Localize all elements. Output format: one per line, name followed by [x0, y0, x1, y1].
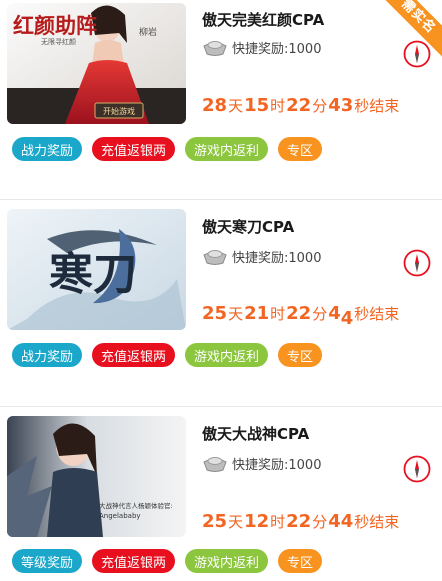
countdown-minutes: 22 — [286, 303, 312, 324]
game-card-3[interactable]: 大战神代言人杨颖体验官: Angelababy 傲天大战神CPA 快捷奖励:10… — [0, 407, 442, 581]
tag-recharge-silver[interactable]: 充值返银两 — [92, 549, 176, 573]
countdown-second-unit: 秒结束 — [354, 305, 400, 323]
thumb-caption-1: 大战神代言人杨颖体验官: — [99, 501, 173, 510]
reward-text: 快捷奖励:1000 — [232, 41, 322, 57]
countdown-day-unit: 天 — [228, 305, 244, 323]
countdown-second-unit: 秒结束 — [354, 513, 400, 531]
game-thumbnail-image: 寒刀 — [7, 209, 186, 330]
countdown-days: 25 — [202, 303, 228, 324]
tag-list: 等级奖励 充值返银两 游戏内返利 专区 — [12, 549, 323, 573]
reward-text: 快捷奖励:1000 — [232, 457, 322, 473]
countdown-day-unit: 天 — [228, 513, 244, 531]
tag-zone[interactable]: 专区 — [278, 549, 323, 573]
countdown-seconds-ones: 4 — [340, 308, 354, 329]
tag-recharge-silver[interactable]: 充值返银两 — [92, 343, 176, 367]
countdown-minute-unit: 分 — [312, 305, 328, 323]
reward-text: 快捷奖励:1000 — [232, 250, 322, 266]
countdown-days: 25 — [202, 511, 228, 532]
game-thumbnail-image: 红颜助阵 无限寻红颜 柳岩 开始游戏 — [7, 3, 186, 124]
silver-ingot-icon — [203, 250, 227, 265]
countdown-minute-unit: 分 — [312, 97, 328, 115]
tag-level-reward[interactable]: 等级奖励 — [12, 549, 83, 573]
countdown-minute-unit: 分 — [312, 513, 328, 531]
countdown-days: 28 — [202, 95, 228, 116]
tag-list: 战力奖励 充值返银两 游戏内返利 专区 — [12, 343, 323, 367]
countdown-hour-unit: 时 — [270, 305, 286, 323]
countdown-hours: 12 — [244, 511, 270, 532]
game-title[interactable]: 傲天完美红颜CPA — [202, 9, 324, 30]
thumb-caption-2: Angelababy — [99, 512, 141, 520]
game-card-2[interactable]: 寒刀 傲天寒刀CPA 快捷奖励:1000 25 天 21 时 22 分 4 4 … — [0, 200, 442, 380]
countdown-day-unit: 天 — [228, 97, 244, 115]
countdown-timer: 25 天 12 时 22 分 44 秒结束 — [202, 511, 400, 532]
countdown-seconds-tens: 4 — [328, 303, 341, 324]
reward-row: 快捷奖励:1000 — [202, 245, 321, 267]
game-thumbnail-1[interactable]: 红颜助阵 无限寻红颜 柳岩 开始游戏 — [7, 3, 186, 124]
countdown-second-unit: 秒结束 — [354, 97, 400, 115]
tag-recharge-silver[interactable]: 充值返银两 — [92, 137, 176, 161]
tag-ingame-rebate[interactable]: 游戏内返利 — [185, 137, 269, 161]
thumb-brand-text: 红颜助阵 — [13, 14, 97, 38]
game-thumbnail-3[interactable]: 大战神代言人杨颖体验官: Angelababy — [7, 416, 186, 537]
countdown-seconds: 44 — [328, 511, 354, 532]
countdown-hour-unit: 时 — [270, 513, 286, 531]
tag-zone[interactable]: 专区 — [278, 137, 323, 161]
realname-ribbon: 需实名 — [372, 0, 442, 70]
thumb-logo-text: 寒刀 — [49, 250, 137, 299]
tag-ingame-rebate[interactable]: 游戏内返利 — [185, 343, 269, 367]
countdown-timer: 25 天 21 时 22 分 4 4 秒结束 — [202, 303, 400, 329]
reward-row: 快捷奖励:1000 — [202, 452, 321, 474]
game-title[interactable]: 傲天大战神CPA — [202, 423, 309, 444]
countdown-minutes: 22 — [286, 95, 312, 116]
silver-ingot-icon — [203, 41, 227, 56]
countdown-seconds: 43 — [328, 95, 354, 116]
countdown-hours: 21 — [244, 303, 270, 324]
thumb-start-text: 开始游戏 — [103, 106, 135, 116]
tag-zone[interactable]: 专区 — [278, 343, 323, 367]
tag-power-reward[interactable]: 战力奖励 — [12, 343, 83, 367]
compass-icon[interactable] — [403, 249, 431, 277]
tag-power-reward[interactable]: 战力奖励 — [12, 137, 83, 161]
thumb-side-text: 柳岩 — [139, 26, 157, 37]
thumb-sub-text: 无限寻红颜 — [41, 37, 76, 46]
silver-ingot-icon — [203, 457, 227, 472]
tag-ingame-rebate[interactable]: 游戏内返利 — [185, 549, 269, 573]
game-title[interactable]: 傲天寒刀CPA — [202, 216, 294, 237]
countdown-hour-unit: 时 — [270, 97, 286, 115]
game-thumbnail-2[interactable]: 寒刀 — [7, 209, 186, 330]
countdown-hours: 15 — [244, 95, 270, 116]
compass-icon[interactable] — [403, 455, 431, 483]
countdown-timer: 28 天 15 时 22 分 43 秒结束 — [202, 95, 400, 116]
tag-list: 战力奖励 充值返银两 游戏内返利 专区 — [12, 137, 323, 161]
reward-row: 快捷奖励:1000 — [202, 36, 321, 58]
countdown-minutes: 22 — [286, 511, 312, 532]
game-thumbnail-image: 大战神代言人杨颖体验官: Angelababy — [7, 416, 186, 537]
realname-ribbon-label: 需实名 — [374, 0, 442, 61]
